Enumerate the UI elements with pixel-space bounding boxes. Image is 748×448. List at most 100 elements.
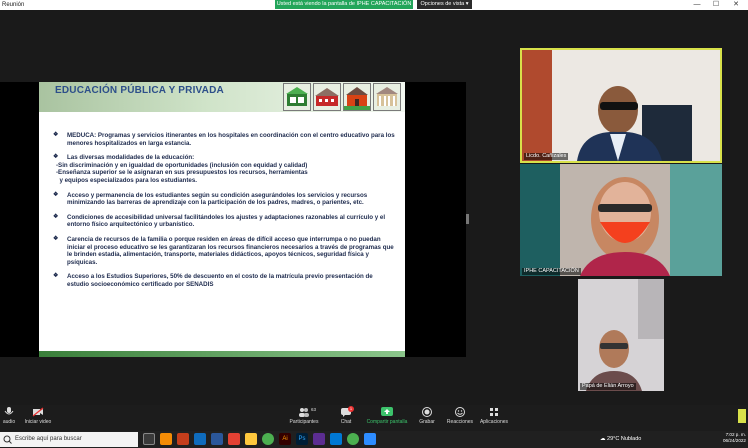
video-tile[interactable]: Papá de Elián Arroyo xyxy=(578,279,664,391)
participant-name: IPHE CAPACITACIÓN xyxy=(522,268,581,275)
screen-share-banner: Usted está viendo la pantalla de IPHE CA… xyxy=(275,0,413,9)
start-video-button[interactable]: Iniciar video xyxy=(24,407,52,425)
audio-label: audio xyxy=(2,419,16,425)
record-icon xyxy=(422,407,432,417)
chrome-icon[interactable] xyxy=(262,433,274,445)
weather-condition: Nublado xyxy=(620,436,642,442)
university-building-image xyxy=(373,83,401,111)
bullet-text: Carencia de recursos de la familia o por… xyxy=(67,235,394,266)
video-tile-active-speaker[interactable]: Licdo. Cañizales xyxy=(520,48,722,163)
bullet-subline: -Enseñanza superior se le asignaran en s… xyxy=(56,169,308,177)
photoshop-icon[interactable]: Ps xyxy=(296,433,308,445)
weather-temperature: 29°C xyxy=(607,436,620,442)
bullet-subline: y equipos especializados para los estudi… xyxy=(56,176,197,184)
firefox-icon[interactable] xyxy=(160,433,172,445)
bullet-subline: -Sin discriminación y en igualdad de opo… xyxy=(56,161,308,169)
file-explorer-icon[interactable] xyxy=(245,433,257,445)
bullet-text: Condiciones de accesibilidad universal f… xyxy=(67,213,386,229)
bullet-text: MEDUCA: Programas y servicios itinerante… xyxy=(67,132,395,147)
slide-title: EDUCACIÓN PÚBLICA Y PRIVADA xyxy=(55,85,224,96)
bullet-modalidades: ❖ Las diversas modalidades de la educaci… xyxy=(53,154,395,184)
opera-icon[interactable] xyxy=(228,433,240,445)
audio-button[interactable]: audio xyxy=(0,407,18,425)
diamond-bullet-icon: ❖ xyxy=(53,154,59,161)
diamond-bullet-icon: ❖ xyxy=(53,191,59,198)
task-view-icon[interactable] xyxy=(143,433,155,445)
diamond-bullet-icon: ❖ xyxy=(53,132,59,138)
taskbar-weather[interactable]: ☁ 29°C Nublado xyxy=(600,434,641,444)
record-label: Grabar xyxy=(419,419,435,425)
participant-video-man xyxy=(578,279,664,391)
cloud-icon: ☁ xyxy=(600,436,606,442)
video-camera-off-icon xyxy=(32,407,44,417)
bullet-estudios-superiores: ❖ Acceso a los Estudios Superiores, 50% … xyxy=(53,273,395,288)
chevron-down-icon: ▾ xyxy=(465,1,469,7)
view-options-button[interactable]: Opciones de vista ▾ xyxy=(417,0,472,9)
apps-label: Aplicaciones xyxy=(479,419,509,425)
taskbar-apps: Ai Ps xyxy=(143,433,376,446)
zoom-icon[interactable] xyxy=(364,433,376,445)
powerpoint-icon[interactable] xyxy=(177,433,189,445)
end-meeting-button[interactable] xyxy=(738,409,746,423)
participant-video-man xyxy=(522,50,720,161)
taskbar-clock[interactable]: 7:02 p. m. 06/24/2022 xyxy=(722,432,746,444)
app-icon[interactable] xyxy=(330,433,342,445)
bullet-meduca: ❖ MEDUCA: Programas y servicios itineran… xyxy=(53,132,395,147)
presentation-slide: EDUCACIÓN PÚBLICA Y PRIVADA ❖ MEDUCA: Pr… xyxy=(39,82,405,357)
search-icon xyxy=(3,435,12,444)
diamond-bullet-icon: ❖ xyxy=(53,273,59,280)
apps-button[interactable]: Aplicaciones xyxy=(479,407,509,425)
edge-icon[interactable] xyxy=(194,433,206,445)
chat-button[interactable]: Chat 1 xyxy=(337,406,355,425)
video-tile[interactable]: IPHE CAPACITACIÓN xyxy=(520,164,722,276)
view-options-label: Opciones de vista xyxy=(420,1,465,7)
slide-images xyxy=(283,83,405,112)
close-button[interactable]: ✕ xyxy=(729,0,743,10)
school-book-image xyxy=(283,83,311,111)
start-video-label: Iniciar video xyxy=(24,419,52,425)
illustrator-icon[interactable]: Ai xyxy=(279,433,291,445)
panel-resize-handle[interactable] xyxy=(466,214,469,224)
share-screen-icon xyxy=(381,407,393,416)
diamond-bullet-icon: ❖ xyxy=(53,235,59,242)
shared-screen: EDUCACIÓN PÚBLICA Y PRIVADA ❖ MEDUCA: Pr… xyxy=(0,82,466,357)
slide-footer-band xyxy=(39,351,405,357)
zoom-window: Reunión — ☐ ✕ Usted está viendo la panta… xyxy=(0,0,748,448)
bullet-carencia: ❖ Carencia de recursos de la familia o p… xyxy=(53,236,395,266)
chat-badge: 1 xyxy=(348,406,354,412)
search-placeholder: Escribe aquí para buscar xyxy=(15,436,82,442)
school-building-image xyxy=(313,83,341,111)
chat-label: Chat xyxy=(340,419,352,425)
reactions-button[interactable]: Reacciones xyxy=(446,407,474,425)
reactions-label: Reacciones xyxy=(446,419,474,425)
participants-count: 63 xyxy=(311,407,317,412)
microphone-icon xyxy=(4,407,14,415)
participants-button[interactable]: Participantes 63 xyxy=(289,407,319,425)
chrome-icon[interactable] xyxy=(347,433,359,445)
share-screen-button[interactable]: Compartir pantalla xyxy=(364,407,410,425)
apps-icon xyxy=(490,408,498,416)
bullet-accesibilidad: ❖ Condiciones de accesibilidad universal… xyxy=(53,214,395,229)
app-icon[interactable] xyxy=(313,433,325,445)
record-button[interactable]: Grabar xyxy=(417,407,437,425)
participant-name: Licdo. Cañizales xyxy=(524,153,569,160)
bullet-text: Acceso y permanencia de los estudiantes … xyxy=(67,191,368,207)
slide-body: ❖ MEDUCA: Programas y servicios itineran… xyxy=(53,132,395,296)
maximize-button[interactable]: ☐ xyxy=(709,0,723,10)
participants-icon xyxy=(299,408,309,417)
bullet-text: Las diversas modalidades de la educación… xyxy=(67,154,195,162)
participant-name: Papá de Elián Arroyo xyxy=(580,383,636,390)
share-screen-label: Compartir pantalla xyxy=(366,419,408,425)
bullet-acceso: ❖ Acceso y permanencia de los estudiante… xyxy=(53,192,395,207)
smiley-icon xyxy=(455,407,465,417)
diamond-bullet-icon: ❖ xyxy=(53,213,59,220)
school-house-image xyxy=(343,83,371,111)
word-icon[interactable] xyxy=(211,433,223,445)
taskbar-search-box[interactable]: Escribe aquí para buscar xyxy=(0,432,138,447)
participants-label: Participantes xyxy=(289,419,319,425)
minimize-button[interactable]: — xyxy=(690,0,704,10)
bullet-text: Acceso a los Estudios Superiores, 50% de… xyxy=(67,273,373,288)
participant-video-woman xyxy=(520,164,722,276)
clock-date: 06/24/2022 xyxy=(723,438,746,443)
window-title: Reunión xyxy=(2,2,25,8)
